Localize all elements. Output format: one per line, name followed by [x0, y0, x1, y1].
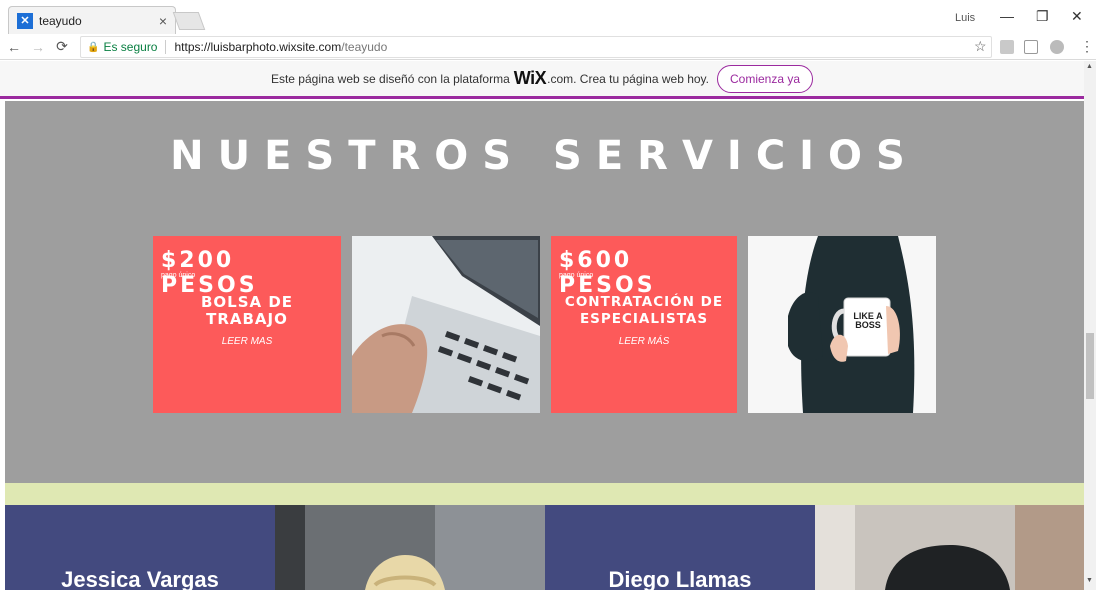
card-name: BOLSA DE TRABAJO: [153, 294, 341, 328]
laptop-photo: [352, 236, 540, 413]
url-path: /teayudo: [341, 40, 388, 54]
card-name-line1: CONTRATACIÓN DE: [564, 294, 724, 310]
address-bar[interactable]: 🔒 Es seguro https://luisbarphoto.wixsite…: [80, 36, 992, 58]
secure-label: Es seguro: [103, 40, 158, 54]
team-card-jessica: Jessica Vargas: [5, 505, 275, 590]
mug-text: LIKE A BOSS: [853, 311, 883, 330]
wix-favicon-icon: ✕: [17, 12, 33, 29]
divider-strip: [5, 483, 1084, 505]
wix-banner: Este página web se diseñó con la platafo…: [0, 61, 1084, 99]
wix-banner-text-after: .com. Crea tu página web hoy.: [547, 71, 709, 86]
team-photo-diego: [815, 505, 1084, 590]
new-tab-button[interactable]: [172, 12, 206, 30]
lock-icon: 🔒: [87, 41, 100, 53]
card-name-line2: TRABAJO: [206, 310, 288, 328]
service-card-bolsa[interactable]: $200 PESOS pago único BOLSA DE TRABAJO L…: [153, 236, 341, 413]
card-price-sub: pago único: [559, 272, 594, 279]
services-title: NUESTROS SERVICIOS: [170, 133, 919, 179]
reload-icon[interactable]: ⟳: [52, 38, 72, 55]
card-name-line1: BOLSA DE: [200, 293, 294, 311]
forward-icon[interactable]: →: [28, 39, 48, 55]
extension-icon[interactable]: [1000, 40, 1014, 54]
browser-menu-icon[interactable]: ⋮: [1080, 38, 1094, 55]
read-more-link[interactable]: LEER MAS: [153, 336, 341, 347]
scroll-down-icon[interactable]: ▼: [1086, 577, 1093, 584]
close-window-icon[interactable]: ✕: [1071, 8, 1083, 25]
minimize-icon[interactable]: —: [1000, 8, 1014, 24]
tab-close-icon[interactable]: ×: [159, 13, 167, 29]
browser-titlebar: ✕ teayudo × Luis — ❐ ✕: [0, 0, 1096, 34]
drive-icon[interactable]: [1050, 40, 1064, 54]
scroll-up-icon[interactable]: ▲: [1086, 63, 1093, 70]
scroll-thumb[interactable]: [1086, 333, 1094, 399]
read-more-link[interactable]: LEER MÁS: [551, 336, 737, 347]
bookmark-star-icon[interactable]: ☆: [974, 38, 987, 55]
browser-tab[interactable]: ✕ teayudo ×: [8, 6, 176, 34]
team-card-diego: Diego Llamas: [545, 505, 815, 590]
services-section: NUESTROS SERVICIOS $200 PESOS pago único…: [5, 101, 1084, 483]
back-icon[interactable]: ←: [4, 39, 24, 55]
page-scrollbar[interactable]: ▲ ▼: [1084, 61, 1096, 590]
restore-icon[interactable]: ❐: [1036, 8, 1049, 25]
wix-banner-text: Este página web se diseñó con la platafo…: [270, 71, 510, 86]
team-member-name: Diego Llamas: [608, 567, 752, 590]
team-section: Jessica Vargas Diego Llamas: [5, 505, 1084, 590]
team-member-name: Jessica Vargas: [61, 567, 219, 590]
card-price-sub: pago único: [161, 272, 196, 279]
tab-title: teayudo: [39, 13, 82, 28]
card-name-line2: ESPECIALISTAS: [579, 311, 709, 327]
mug-photo: LIKE A BOSS: [748, 236, 936, 413]
address-separator: [165, 40, 167, 54]
card-name: CONTRATACIÓN DE ESPECIALISTAS: [551, 294, 737, 328]
wix-logo[interactable]: WiX: [514, 68, 547, 89]
url-host: https://luisbarphoto.wixsite.com: [174, 40, 342, 54]
browser-toolbar: ← → ⟳ 🔒 Es seguro https://luisbarphoto.w…: [0, 34, 1096, 60]
team-photo-jessica: [275, 505, 545, 590]
profile-button[interactable]: Luis: [955, 12, 975, 24]
start-now-button[interactable]: Comienza ya: [717, 64, 814, 93]
cast-icon[interactable]: [1024, 40, 1038, 54]
page-content: NUESTROS SERVICIOS $200 PESOS pago único…: [5, 101, 1084, 590]
service-card-contratacion[interactable]: $600 PESOS pago único CONTRATACIÓN DE ES…: [551, 236, 737, 413]
